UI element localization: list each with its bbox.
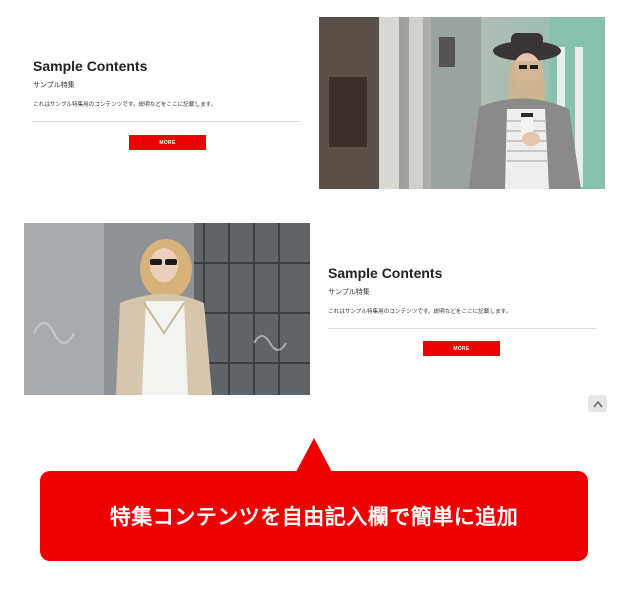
more-button[interactable]: MORE: [129, 135, 206, 150]
feature-section-1: Sample Contents サンプル特集 これはサンプル特集用のコンテンツで…: [0, 0, 630, 200]
feature-section-2: Sample Contents サンプル特集 これはサンプル特集用のコンテンツで…: [0, 210, 630, 410]
divider: [328, 328, 596, 329]
section-description: これはサンプル特集用のコンテンツです。説明などをここに記載します。: [328, 309, 512, 315]
callout-text: 特集コンテンツを自由記入欄で簡単に追加: [109, 505, 519, 529]
callout-banner: 特集コンテンツを自由記入欄で簡単に追加: [40, 471, 588, 561]
more-button[interactable]: MORE: [423, 341, 500, 356]
feature-photo: [319, 17, 605, 189]
chevron-up-icon: [592, 400, 603, 407]
section-subtitle: サンプル特集: [33, 81, 75, 89]
section-description: これはサンプル特集用のコンテンツです。説明などをここに記載します。: [33, 102, 217, 108]
divider: [33, 121, 301, 122]
section-title: Sample Contents: [328, 265, 443, 281]
feature-photo: [24, 223, 310, 395]
callout-pointer: [296, 438, 332, 472]
scroll-top-button[interactable]: [588, 395, 607, 412]
section-subtitle: サンプル特集: [328, 288, 370, 296]
section-title: Sample Contents: [33, 58, 148, 74]
